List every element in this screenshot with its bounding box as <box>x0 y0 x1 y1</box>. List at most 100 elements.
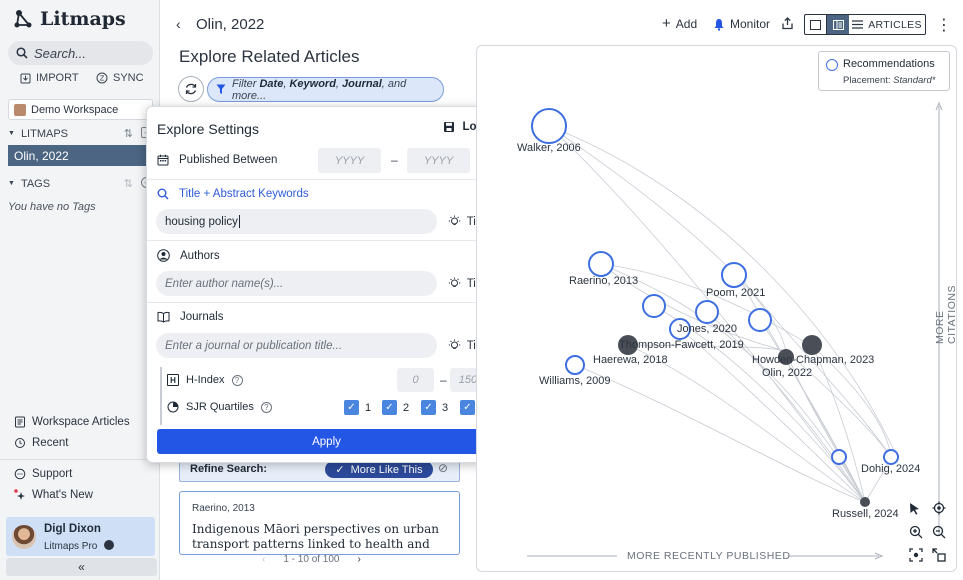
authors-input[interactable]: Enter author name(s)... <box>156 271 437 296</box>
node-label-poom[interactable]: Poom, 2021 <box>706 287 765 299</box>
clear-refine-icon[interactable]: ⊘ <box>438 461 448 475</box>
refresh-explore-button[interactable] <box>178 76 204 102</box>
placement-value: Standard* <box>893 75 936 86</box>
sidebar: Litmaps Search... IMPORT Z SYNC Demo Wor… <box>0 0 160 580</box>
litmaps-section-header[interactable]: ▼ LITMAPS ⇅ + <box>8 127 152 140</box>
tags-section-header[interactable]: ▼ TAGS ⇅ + <box>8 177 152 190</box>
import-button[interactable]: IMPORT <box>20 72 79 84</box>
map-only-view-button[interactable] <box>805 15 827 34</box>
collapse-caret-icon: ▼ <box>8 130 15 137</box>
sync-button[interactable]: Z SYNC <box>96 72 144 84</box>
user-circle-icon <box>157 249 170 262</box>
keywords-value: housing policy <box>165 215 238 228</box>
sort-icon[interactable]: ⇅ <box>124 177 133 190</box>
filter-button[interactable]: Filter Date, Keyword, Journal, and more.… <box>207 77 444 102</box>
node-walker-2006 <box>531 108 567 144</box>
node-label-walker[interactable]: Walker, 2006 <box>517 142 581 154</box>
checkbox-checked-icon: ✓ <box>344 400 359 415</box>
apply-button[interactable]: Apply <box>157 429 496 454</box>
sparkle-icon <box>14 489 25 500</box>
collapse-sidebar-button[interactable]: « <box>6 558 157 576</box>
hindex-row: H H-Index ? <box>167 374 243 386</box>
map-title: Olin, 2022 <box>196 16 265 33</box>
calendar-icon <box>157 154 169 166</box>
more-options-icon[interactable]: ⋮ <box>936 15 952 35</box>
recommendations-title: Recommendations <box>843 58 935 70</box>
recent-label: Recent <box>32 437 69 449</box>
sort-icon[interactable]: ⇅ <box>124 127 133 140</box>
recommendations-legend[interactable]: Recommendations Placement: Standard* <box>818 51 950 91</box>
article-card[interactable]: Raerino, 2013 Indigenous Māori perspecti… <box>179 491 460 555</box>
page-title: Explore Related Articles <box>179 47 360 66</box>
year-to-input[interactable]: YYYY <box>407 148 470 173</box>
node-label-thompson-fawcett[interactable]: Thompson-Fawcett, 2019 <box>619 339 744 351</box>
node-label-haerewa[interactable]: Haerewa, 2018 <box>593 354 668 366</box>
more-like-this-button[interactable]: ✓ More Like This <box>325 461 433 478</box>
hindex-label: H-Index <box>186 374 225 386</box>
article-title: Indigenous Māori perspectives on urban t… <box>192 522 439 551</box>
view-toggle: ARTICLES <box>804 14 926 35</box>
import-icon <box>20 73 31 83</box>
keywords-input[interactable]: housing policy <box>156 209 437 234</box>
node-label-dohig[interactable]: Dohig, 2024 <box>861 463 920 475</box>
split-view-button[interactable] <box>827 15 849 34</box>
search-input[interactable]: Search... <box>8 41 153 65</box>
info-icon[interactable]: ? <box>260 401 272 413</box>
user-plan: Litmaps Pro <box>44 540 115 552</box>
articles-view-button[interactable]: ARTICLES <box>849 15 925 34</box>
monitor-label: Monitor <box>730 17 771 31</box>
node-label-raerino[interactable]: Raerino, 2013 <box>569 275 638 287</box>
back-button[interactable]: ‹ <box>176 16 181 32</box>
lightbulb-icon <box>448 215 460 225</box>
info-icon[interactable]: ? <box>231 374 243 386</box>
next-page-button[interactable]: › <box>358 554 361 565</box>
app-logo[interactable]: Litmaps <box>14 8 126 30</box>
journals-input[interactable]: Enter a journal or publication title... <box>156 333 437 358</box>
year-from-input[interactable]: YYYY <box>318 148 381 173</box>
node-label-williams[interactable]: Williams, 2009 <box>539 375 611 387</box>
authors-row: Authors <box>157 249 220 262</box>
quartile-3-checkbox[interactable]: ✓ 3 <box>421 400 448 415</box>
history-icon <box>15 438 25 448</box>
support-link[interactable]: Support <box>14 468 72 480</box>
recommendation-node-icon <box>826 59 838 71</box>
node-howden-chapman-2023 <box>802 335 822 355</box>
share-export-button[interactable] <box>781 17 794 30</box>
monitor-button[interactable]: Monitor <box>713 17 770 31</box>
workspace-avatar-icon <box>14 103 26 116</box>
pie-quartile-icon <box>167 401 179 413</box>
node-label-howden-chapman[interactable]: Howden-Chapman, 2023 <box>752 354 874 366</box>
checkbox-checked-icon: ✓ <box>460 400 475 415</box>
filter-summary: Filter Date, Keyword, Journal, and more.… <box>231 77 407 102</box>
workspace-articles-link[interactable]: Workspace Articles <box>14 416 130 428</box>
whats-new-label: What's New <box>32 489 93 501</box>
graph-nodes <box>531 108 899 507</box>
placement-text: Placement: Standard* <box>843 75 935 86</box>
quartile-2-checkbox[interactable]: ✓ 2 <box>382 400 409 415</box>
x-axis-label: MORE RECENTLY PUBLISHED <box>627 550 791 562</box>
quartile-1-checkbox[interactable]: ✓ 1 <box>344 400 371 415</box>
add-button[interactable]: + Add <box>662 15 697 32</box>
hindex-min-input[interactable]: 0 <box>397 368 434 392</box>
recent-link[interactable]: Recent <box>14 437 68 449</box>
refine-label: Refine Search: <box>190 463 268 475</box>
prev-page-button[interactable]: ‹ <box>262 554 265 565</box>
node-williams-2009 <box>565 355 585 375</box>
article-meta: Raerino, 2013 <box>192 503 255 514</box>
journals-label: Journals <box>180 311 224 323</box>
no-tags-text: You have no Tags <box>8 201 96 213</box>
explore-settings-popover: Explore Settings Load Published Between … <box>146 106 505 463</box>
node-label-olin[interactable]: Olin, 2022 <box>762 367 812 379</box>
node-label-russell[interactable]: Russell, 2024 <box>832 508 899 520</box>
workspace-selector[interactable]: Demo Workspace <box>8 99 153 120</box>
sidebar-item-olin-2022[interactable]: Olin, 2022 <box>8 145 158 166</box>
lightbulb-icon <box>448 339 460 349</box>
node-label-jones[interactable]: Jones, 2020 <box>677 323 737 335</box>
single-panel-icon <box>810 19 821 30</box>
plus-icon: + <box>662 15 671 32</box>
whats-new-link[interactable]: What's New <box>14 489 93 501</box>
user-profile-card[interactable]: Digl Dixon Litmaps Pro <box>6 517 155 556</box>
save-disk-icon <box>443 122 454 132</box>
articles-icon <box>15 416 25 428</box>
citation-graph[interactable]: Recommendations Placement: Standard* Wal… <box>476 45 957 572</box>
